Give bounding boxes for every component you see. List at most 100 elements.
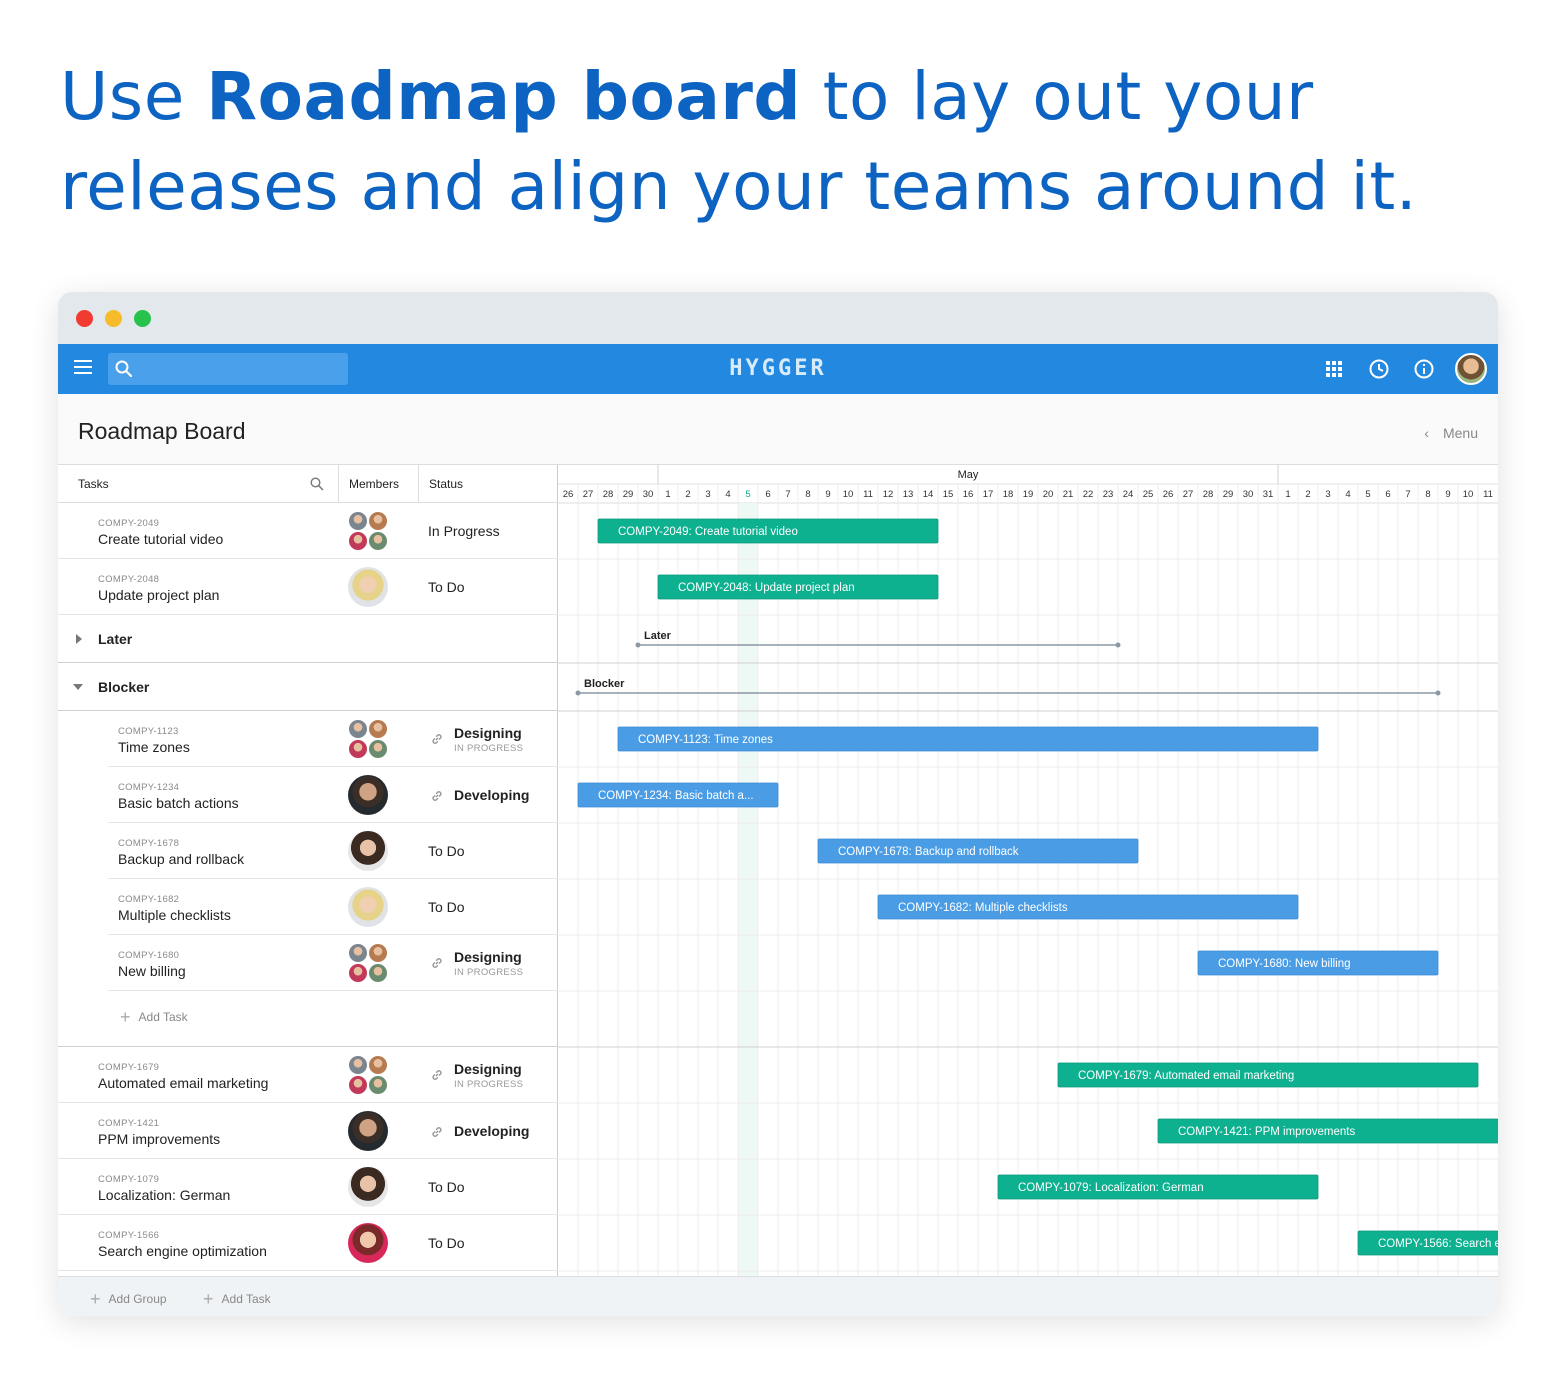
add-group-button[interactable]: + Add Group: [90, 1289, 167, 1310]
status-label[interactable]: Designing: [454, 949, 522, 965]
task-name[interactable]: Localization: German: [98, 1187, 230, 1203]
task-name[interactable]: Search engine optimization: [98, 1243, 267, 1259]
day-tick-label: 10: [843, 489, 854, 500]
day-tick-label: 17: [983, 489, 994, 500]
task-bar-label: COMPY-1079: Localization: German: [1018, 1182, 1204, 1194]
link-icon: [432, 1070, 442, 1080]
add-task-row[interactable]: + Add Task: [58, 991, 558, 1047]
task-bar[interactable]: COMPY-1678: Backup and rollback: [817, 838, 1139, 864]
plus-icon: +: [120, 1007, 131, 1027]
column-header-status[interactable]: Status: [418, 465, 558, 503]
caret-right-icon[interactable]: [76, 634, 82, 644]
status-label[interactable]: In Progress: [428, 523, 500, 539]
task-bar[interactable]: COMPY-1421: PPM improvements: [1157, 1118, 1498, 1144]
task-code: COMPY-2048: [98, 574, 160, 585]
status-label[interactable]: To Do: [428, 899, 465, 915]
subtask-row[interactable]: COMPY-1682 Multiple checklists To Do: [108, 879, 558, 935]
task-name[interactable]: PPM improvements: [98, 1131, 220, 1147]
task-code: COMPY-1079: [98, 1174, 160, 1185]
subtask-row[interactable]: COMPY-1234 Basic batch actions Developing: [108, 767, 558, 823]
task-bar[interactable]: COMPY-1682: Multiple checklists: [877, 894, 1299, 920]
month-label: May: [958, 469, 979, 481]
day-tick-label: 21: [1063, 489, 1074, 500]
column-header-members[interactable]: Members: [338, 465, 418, 503]
task-bar[interactable]: COMPY-1079: Localization: German: [997, 1174, 1319, 1200]
day-tick-label: 30: [643, 489, 654, 500]
info-icon[interactable]: [1413, 358, 1435, 380]
task-bar[interactable]: COMPY-1680: New billing: [1197, 950, 1439, 976]
task-bar[interactable]: COMPY-2048: Update project plan: [657, 574, 939, 600]
member-avatar[interactable]: [348, 1111, 388, 1151]
task-bar[interactable]: COMPY-1679: Automated email marketing: [1057, 1062, 1479, 1088]
day-tick-label: 19: [1023, 489, 1034, 500]
link-icon: [432, 1127, 442, 1137]
task-name[interactable]: Time zones: [118, 739, 190, 755]
task-name[interactable]: New billing: [118, 963, 186, 979]
status-label[interactable]: To Do: [428, 579, 465, 595]
task-code: COMPY-1682: [118, 894, 180, 905]
task-bar[interactable]: COMPY-2049: Create tutorial video: [597, 518, 939, 544]
add-task-button[interactable]: + Add Task: [203, 1289, 271, 1310]
status-label[interactable]: To Do: [428, 1179, 465, 1195]
task-name[interactable]: Backup and rollback: [118, 851, 244, 867]
status-label[interactable]: Designing: [454, 725, 522, 741]
day-tick-label: 7: [1405, 489, 1410, 500]
add-task-button[interactable]: + Add Task: [120, 1007, 188, 1028]
task-row[interactable]: COMPY-1679 Automated email marketing Desig…: [58, 1047, 558, 1103]
group-span[interactable]: Blocker: [575, 678, 1441, 696]
subtask-row[interactable]: COMPY-1678 Backup and rollback To Do: [108, 823, 558, 879]
task-row[interactable]: COMPY-2048 Update project plan To Do: [58, 559, 558, 615]
task-row[interactable]: COMPY-2049 Create tutorial video In Progre…: [58, 503, 558, 559]
maximize-window-button[interactable]: [134, 310, 151, 327]
day-tick-label: 9: [1445, 489, 1450, 500]
group-row[interactable]: Blocker: [58, 663, 558, 711]
status-label[interactable]: Developing: [454, 787, 529, 803]
search-icon[interactable]: [310, 477, 324, 491]
column-header-tasks[interactable]: Tasks: [58, 465, 338, 503]
task-row[interactable]: COMPY-1421 PPM improvements Developing: [58, 1103, 558, 1159]
status-label[interactable]: To Do: [428, 1235, 465, 1251]
user-avatar[interactable]: [1455, 353, 1487, 385]
task-bar-label: COMPY-1123: Time zones: [638, 734, 773, 746]
status-label[interactable]: Designing: [454, 1061, 522, 1077]
member-avatar[interactable]: [348, 775, 388, 815]
day-tick-label: 6: [765, 489, 770, 500]
subtask-row[interactable]: COMPY-1680 New billing Designing IN PROGRES…: [108, 935, 558, 991]
task-name[interactable]: Basic batch actions: [118, 795, 239, 811]
member-avatar[interactable]: [348, 887, 388, 927]
group-row[interactable]: Later: [58, 615, 558, 663]
status-label[interactable]: To Do: [428, 843, 465, 859]
task-name[interactable]: Update project plan: [98, 587, 219, 603]
task-row[interactable]: COMPY-1566 Search engine optimization To D…: [58, 1215, 558, 1271]
day-tick-label: 22: [1083, 489, 1094, 500]
menu-button[interactable]: ‹ Menu: [1424, 425, 1478, 441]
day-tick-label: 5: [1365, 489, 1370, 500]
member-avatar[interactable]: [348, 567, 388, 607]
subtask-row[interactable]: COMPY-1123 Time zones Designing IN PROGRESS: [108, 711, 558, 767]
members-avatar-group[interactable]: [348, 719, 388, 759]
status-label[interactable]: Developing: [454, 1123, 529, 1139]
day-tick-label: 25: [1143, 489, 1154, 500]
brand-logo[interactable]: HYGGER: [58, 356, 1498, 381]
caret-down-icon[interactable]: [73, 684, 83, 690]
members-avatar-group[interactable]: [348, 943, 388, 983]
members-avatar-group[interactable]: [348, 511, 388, 551]
task-bar[interactable]: COMPY-1234: Basic batch a...: [577, 782, 779, 808]
clock-icon[interactable]: [1368, 358, 1390, 380]
task-row[interactable]: COMPY-1079 Localization: German To Do: [58, 1159, 558, 1215]
apps-grid-icon[interactable]: [1323, 358, 1345, 380]
close-window-button[interactable]: [76, 310, 93, 327]
roadmap-grid: Tasks Members Status COMPY-2049 Create tu…: [58, 464, 1498, 1316]
task-name[interactable]: Create tutorial video: [98, 531, 223, 547]
task-name[interactable]: Multiple checklists: [118, 907, 231, 923]
task-bar[interactable]: COMPY-1566: Search engine optimization: [1357, 1230, 1498, 1256]
members-avatar-group[interactable]: [348, 1055, 388, 1095]
task-name[interactable]: Automated email marketing: [98, 1075, 268, 1091]
plus-icon: +: [90, 1289, 101, 1309]
link-icon: [432, 734, 442, 744]
member-avatar[interactable]: [348, 1167, 388, 1207]
member-avatar[interactable]: [348, 1223, 388, 1263]
minimize-window-button[interactable]: [105, 310, 122, 327]
task-bar[interactable]: COMPY-1123: Time zones: [617, 726, 1319, 752]
member-avatar[interactable]: [348, 831, 388, 871]
